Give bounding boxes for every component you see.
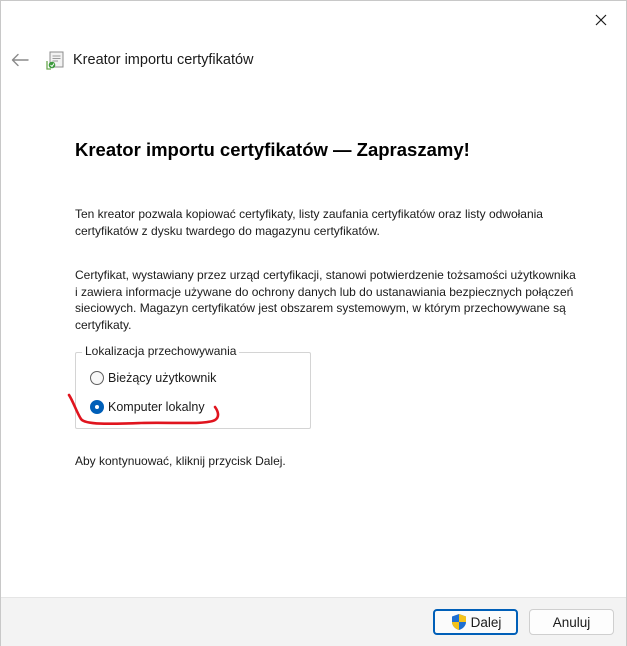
radio-current-user[interactable]: Bieżący użytkownik: [90, 371, 216, 385]
continue-instruction: Aby kontynuować, kliknij przycisk Dalej.: [75, 454, 286, 468]
radio-current-user-indicator[interactable]: [90, 371, 104, 385]
next-button[interactable]: Dalej: [433, 609, 518, 635]
arrow-left-icon: [11, 53, 29, 67]
store-location-legend: Lokalizacja przechowywania: [82, 344, 240, 358]
certificate-wizard-icon: [46, 51, 64, 70]
store-location-group: Lokalizacja przechowywania Bieżący użytk…: [75, 344, 311, 429]
close-icon: [595, 14, 607, 26]
window-title: Kreator importu certyfikatów: [73, 52, 254, 68]
wizard-header: Kreator importu certyfikatów: [9, 47, 254, 73]
close-button[interactable]: [586, 7, 616, 33]
page-title: Kreator importu certyfikatów — Zapraszam…: [75, 139, 470, 160]
cancel-button[interactable]: Anuluj: [529, 609, 614, 635]
wizard-window: Kreator importu certyfikatów Kreator imp…: [0, 0, 627, 646]
certificate-description-paragraph: Certyfikat, wystawiany przez urząd certy…: [75, 268, 576, 332]
intro-paragraph: Ten kreator pozwala kopiować certyfikaty…: [75, 207, 543, 238]
radio-current-user-label: Bieżący użytkownik: [108, 371, 217, 385]
cancel-button-label: Anuluj: [552, 614, 591, 630]
back-button[interactable]: [9, 49, 31, 71]
radio-local-machine[interactable]: Komputer lokalny: [90, 400, 205, 414]
radio-local-machine-indicator[interactable]: [90, 400, 104, 414]
wizard-footer: Dalej Anuluj: [1, 597, 626, 646]
next-button-label: Dalej: [470, 614, 502, 630]
uac-shield-icon: [451, 614, 466, 630]
radio-local-machine-label: Komputer lokalny: [108, 400, 205, 414]
